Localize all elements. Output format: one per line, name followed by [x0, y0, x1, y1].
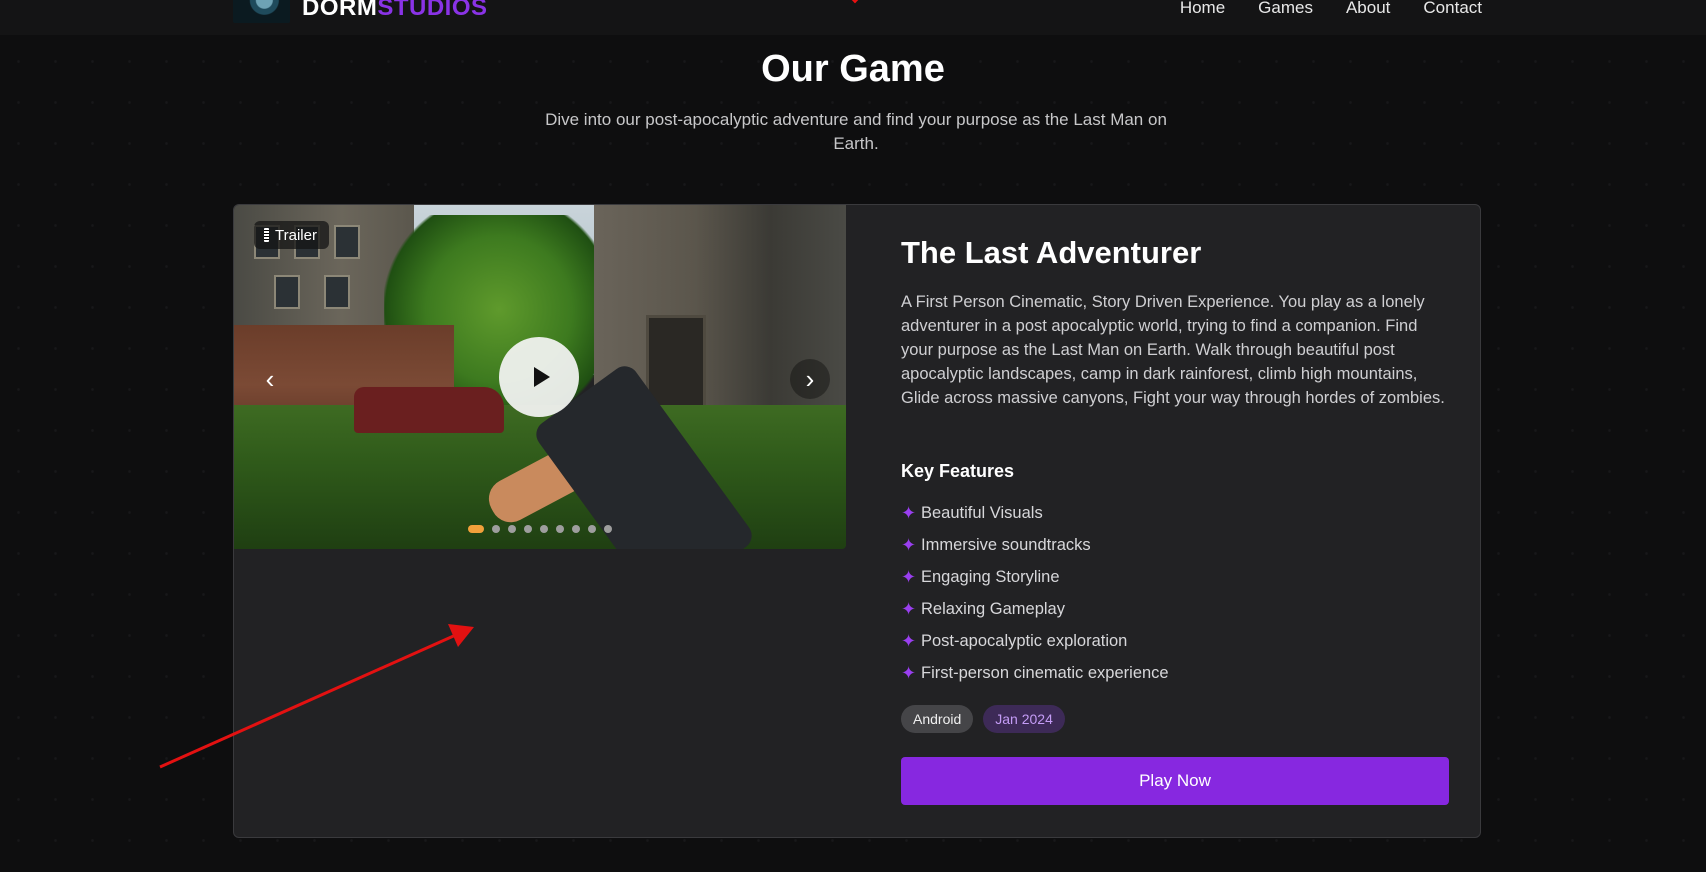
annotation-arrow [159, 624, 474, 769]
